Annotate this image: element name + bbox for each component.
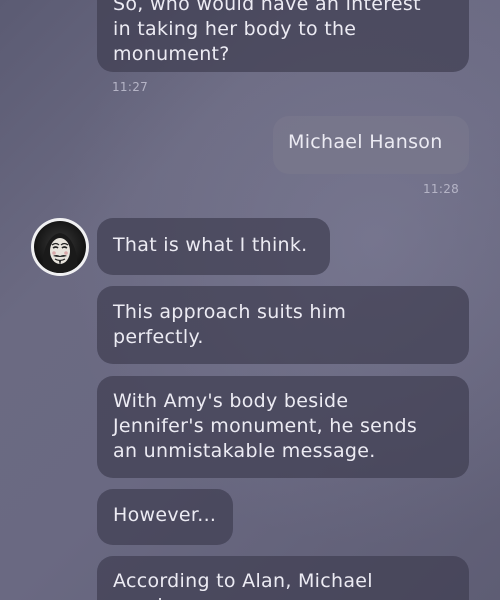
incoming-message-bubble[interactable]: However... [97,489,233,545]
message-timestamp: 11:28 [423,182,460,196]
message-text: Michael Hanson [288,131,443,153]
incoming-message-bubble[interactable]: According to Alan, Michael was in [97,556,469,600]
message-text: However... [113,504,217,526]
incoming-message-bubble[interactable]: This approach suits him perfectly. [97,286,469,364]
outgoing-message-bubble[interactable]: Michael Hanson [273,116,469,174]
message-text: With Amy's body beside Jennifer's monume… [113,390,418,462]
incoming-message-bubble[interactable]: So, who would have an interest in taking… [97,0,469,72]
message-text: So, who would have an interest in taking… [113,0,421,65]
message-timestamp: 11:27 [112,80,149,94]
message-text: This approach suits him perfectly. [113,301,347,348]
message-text: According to Alan, Michael was in [113,570,373,600]
message-text: That is what I think. [113,234,308,256]
incoming-message-bubble[interactable]: That is what I think. [97,218,330,275]
masked-face-avatar-icon [34,221,86,273]
contact-avatar[interactable] [31,218,89,276]
incoming-message-bubble[interactable]: With Amy's body beside Jennifer's monume… [97,376,469,478]
